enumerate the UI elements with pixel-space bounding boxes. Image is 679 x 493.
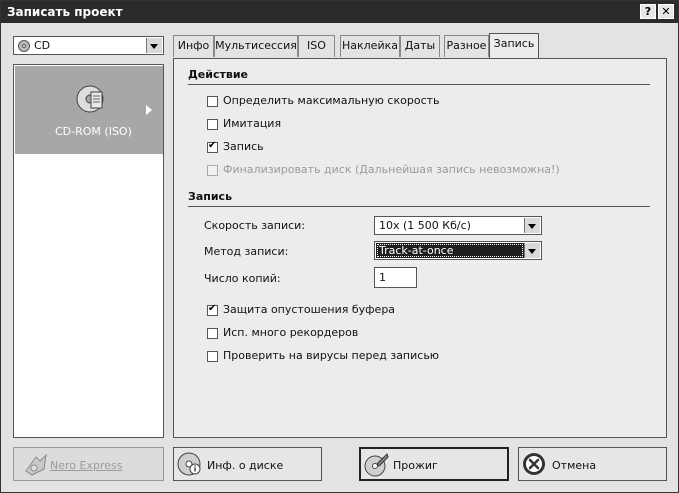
tab-dates[interactable]: Даты (400, 35, 440, 57)
method-select[interactable]: Track-at-once (374, 241, 542, 260)
buffer-protection-checkbox[interactable] (207, 303, 218, 316)
burn-button[interactable]: Прожиг (359, 447, 509, 481)
tab-info[interactable]: Инфо (173, 35, 214, 57)
chevron-right-icon (145, 104, 153, 119)
chevron-down-icon[interactable] (146, 38, 162, 53)
close-button[interactable]: ✕ (658, 4, 674, 19)
method-value: Track-at-once (376, 243, 524, 258)
action-divider (188, 84, 650, 85)
nero-express-label: Nero Express (50, 459, 123, 472)
finalize-checkbox[interactable] (207, 165, 218, 176)
tab-multisession[interactable]: Мультисессия (214, 35, 298, 57)
write-divider (188, 206, 650, 207)
media-select-value: CD (34, 39, 51, 52)
write-label: Запись (223, 140, 264, 153)
multi-recorder-checkbox[interactable] (207, 328, 218, 339)
title-bar: Записать проект ? ✕ (1, 1, 678, 23)
multi-recorder-label: Исп. много рекордеров (223, 326, 359, 339)
chevron-down-icon[interactable] (524, 218, 540, 233)
write-heading: Запись (188, 190, 233, 203)
method-label: Метод записи: (204, 245, 289, 258)
max-speed-label: Определить максимальную скорость (223, 94, 440, 107)
window-title: Записать проект (7, 5, 123, 19)
max-speed-checkbox[interactable] (207, 96, 218, 107)
tab-misc[interactable]: Разное (444, 35, 489, 57)
cancel-label: Отмена (552, 459, 597, 472)
virus-check-checkbox[interactable] (207, 351, 218, 362)
finalize-label: Финализировать диск (Дальнейшая запись н… (223, 163, 560, 176)
cancel-button[interactable]: Отмена (518, 447, 667, 481)
help-button[interactable]: ? (640, 4, 656, 19)
burn-tab-pane: Действие Определить максимальную скорост… (173, 58, 667, 438)
burn-label: Прожиг (393, 459, 438, 472)
copies-input[interactable]: 1 (374, 267, 417, 288)
copies-value: 1 (379, 271, 386, 284)
simulation-checkbox[interactable] (207, 119, 218, 130)
nero-express-icon (22, 451, 50, 482)
disc-info-icon (177, 452, 201, 479)
cd-rom-iso-icon (75, 84, 105, 117)
chevron-down-icon[interactable] (524, 243, 540, 258)
tab-burn[interactable]: Запись (489, 33, 539, 58)
project-label: CD-ROM (ISO) (55, 125, 132, 138)
tab-iso[interactable]: ISO (298, 35, 335, 57)
speed-label: Скорость записи: (204, 219, 306, 232)
burn-project-dialog: Записать проект ? ✕ CD CD-ROM (ISO) Инфо… (0, 0, 679, 493)
burn-icon (363, 452, 389, 481)
nero-express-button[interactable]: Nero Express (13, 447, 164, 481)
virus-check-label: Проверить на вирусы перед записью (223, 349, 440, 362)
cancel-icon (522, 452, 546, 479)
project-list: CD-ROM (ISO) (13, 64, 164, 438)
copies-label: Число копий: (204, 272, 281, 285)
action-heading: Действие (188, 68, 248, 81)
media-select[interactable]: CD (13, 36, 164, 55)
cd-icon (18, 40, 30, 55)
disc-info-button[interactable]: Инф. о диске (173, 447, 322, 481)
disc-info-label: Инф. о диске (207, 459, 284, 472)
speed-select[interactable]: 10x (1 500 Кб/с) (374, 216, 542, 235)
tab-label[interactable]: Наклейка (340, 35, 400, 57)
project-item-cdrom-iso[interactable]: CD-ROM (ISO) (15, 66, 163, 154)
write-checkbox[interactable] (207, 140, 218, 153)
buffer-protection-label: Защита опустошения буфера (223, 303, 396, 316)
simulation-label: Имитация (223, 117, 282, 130)
speed-value: 10x (1 500 Кб/с) (379, 219, 471, 232)
